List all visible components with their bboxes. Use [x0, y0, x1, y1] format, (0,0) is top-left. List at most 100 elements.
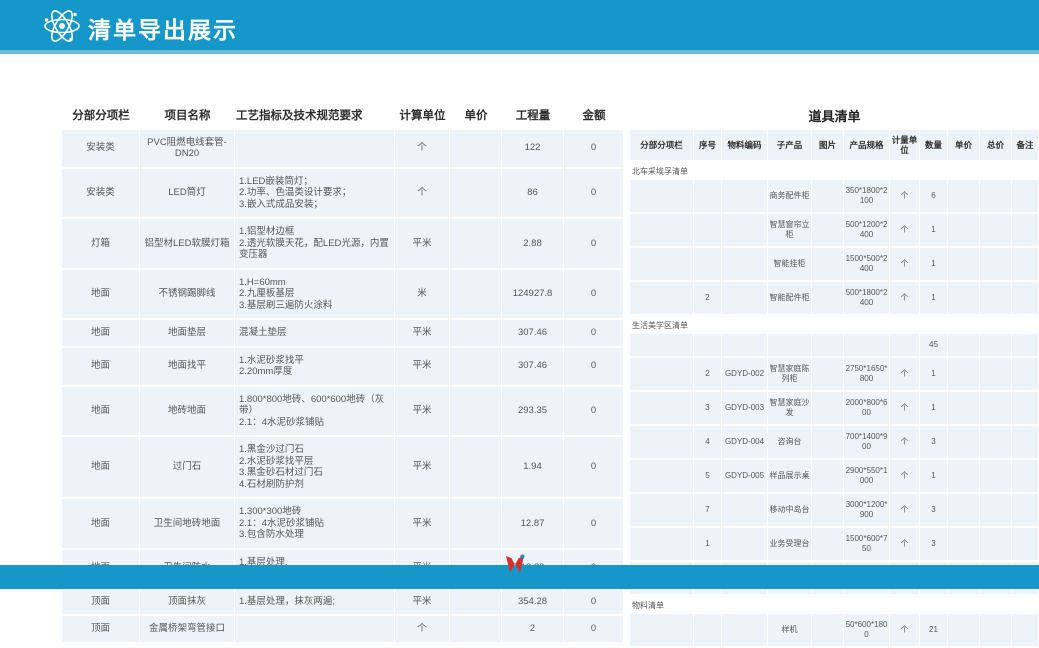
- cell-quantity: 3: [920, 528, 948, 560]
- cell-unit-price: [450, 320, 502, 346]
- cell-unit: 个: [890, 248, 920, 280]
- cell-material-code: [722, 334, 768, 356]
- cell-spec-requirements: 混凝土垫层: [235, 320, 395, 346]
- table-row: 2GDYD-002智慧家庭陈列柜2750*1650*800个1: [630, 358, 1039, 392]
- cell-product-spec: 3000*1200*900: [844, 494, 890, 526]
- cell-quantity: 45: [920, 334, 948, 356]
- right-column-header: 计量单位: [890, 130, 920, 160]
- cell-item-name: 不锈钢踢脚线: [140, 270, 235, 319]
- boq-table: 分部分项栏项目名称工艺指标及技术规范要求计算单位单价工程量金额 安装类PVC阻燃…: [62, 105, 624, 644]
- cell-unit: 个: [890, 282, 920, 314]
- cell-spec-requirements: [235, 130, 395, 167]
- cell-sub-product: 智能挂柜: [768, 248, 812, 280]
- cell-total-price: [980, 614, 1012, 646]
- cell-unit-price: [948, 392, 980, 424]
- atom-icon: [40, 4, 84, 48]
- cell-unit-price: [948, 528, 980, 560]
- cell-product-spec: 700*1400*900: [844, 426, 890, 458]
- cell-section: [630, 214, 694, 246]
- cell-quantity: 1: [920, 214, 948, 246]
- cell-sub-product: 智慧窗帘立柜: [768, 214, 812, 246]
- cell-seq: [694, 214, 722, 246]
- cell-total-price: [980, 248, 1012, 280]
- cell-spec-requirements: 1.黑金沙过门石 2.水泥砂浆找平层 3.黑金砂石材过门石 4.石材刷防护剂: [235, 437, 395, 497]
- cell-calc-unit: 平米: [395, 499, 450, 548]
- cell-category: 安装类: [62, 130, 140, 167]
- cell-material-code: [722, 528, 768, 560]
- cell-image: [812, 460, 844, 492]
- cell-amount: 0: [564, 169, 624, 218]
- cell-total-price: [980, 358, 1012, 390]
- cell-unit: 个: [890, 494, 920, 526]
- table-row: 智能挂柜1500*500*2400个1: [630, 248, 1039, 282]
- cell-quantity: 6: [920, 180, 948, 212]
- cell-sub-product: 智慧家庭沙发: [768, 392, 812, 424]
- cell-quantity: 12.87: [502, 499, 564, 548]
- cell-sub-product: 咨询台: [768, 426, 812, 458]
- cell-spec-requirements: 1.800*800地砖、600*600地砖（灰带） 2.1：4水泥砂浆铺贴: [235, 387, 395, 436]
- cell-quantity: 1.94: [502, 437, 564, 497]
- cell-unit-price: [948, 282, 980, 314]
- left-column-header: 金额: [564, 105, 624, 130]
- cell-item-name: 铝型材LED软膜灯箱: [140, 219, 235, 268]
- cell-product-spec: 500*1800*2400: [844, 282, 890, 314]
- right-column-header: 子产品: [768, 130, 812, 160]
- right-column-header: 单价: [948, 130, 980, 160]
- table-row: 地面卫生间地砖地面1.300*300地砖 2.1：4水泥砂浆铺贴 3.包含防水处…: [62, 499, 624, 550]
- cell-note: [1012, 426, 1039, 458]
- table-row: 灯箱铝型材LED软膜灯箱1.铝型材边框 2.透光软膜天花，配LED光源，内置变压…: [62, 219, 624, 270]
- cell-quantity: 1: [920, 248, 948, 280]
- cell-unit: 个: [890, 460, 920, 492]
- table-row: 地面地面找平1.水泥砂浆找平 2.20mm厚度平米307.460: [62, 348, 624, 387]
- cell-amount: 0: [564, 589, 624, 615]
- cell-item-name: 地面找平: [140, 348, 235, 385]
- cell-amount: 0: [564, 348, 624, 385]
- cell-image: [812, 248, 844, 280]
- cell-unit: 个: [890, 180, 920, 212]
- cell-section: [630, 180, 694, 212]
- cell-unit-price: [948, 460, 980, 492]
- table-row: 地面地面垫层混凝土垫层平米307.460: [62, 320, 624, 348]
- cell-material-code: [722, 180, 768, 212]
- page-title: 清单导出展示: [88, 11, 238, 45]
- cell-unit: [890, 334, 920, 356]
- cell-unit: 个: [890, 528, 920, 560]
- cell-spec-requirements: 1.H=60mm 2.九厘板基层 3.基层刷三遍防火涂料: [235, 270, 395, 319]
- group-label: 北车采埃孚清单: [630, 162, 1039, 180]
- cell-material-code: [722, 614, 768, 646]
- cell-seq: 2: [694, 282, 722, 314]
- cell-calc-unit: 平米: [395, 387, 450, 436]
- left-column-header: 分部分项栏: [62, 105, 140, 130]
- cell-section: [630, 358, 694, 390]
- cell-note: [1012, 248, 1039, 280]
- cell-image: [812, 358, 844, 390]
- cell-seq: 7: [694, 494, 722, 526]
- right-column-header: 产品规格: [844, 130, 890, 160]
- cell-category: 地面: [62, 270, 140, 319]
- props-table-title: 道具清单: [630, 105, 1039, 130]
- cell-image: [812, 214, 844, 246]
- cell-quantity: 21: [920, 614, 948, 646]
- right-column-header: 分部分项栏: [630, 130, 694, 160]
- table-row: 安装类PVC阻燃电线套管-DN20个1220: [62, 130, 624, 169]
- cell-amount: 0: [564, 616, 624, 642]
- cell-unit-price: [948, 248, 980, 280]
- cell-sub-product: 移动中岛台: [768, 494, 812, 526]
- cell-spec-requirements: 1.基层处理，抹灰两遍;: [235, 589, 395, 615]
- cell-image: [812, 494, 844, 526]
- cell-spec-requirements: 1.LED嵌装筒灯； 2.功率、色温类设计要求； 3.嵌入式成品安装；: [235, 169, 395, 218]
- cell-quantity: 307.46: [502, 348, 564, 385]
- cell-total-price: [980, 214, 1012, 246]
- cell-quantity: 293.35: [502, 387, 564, 436]
- cell-unit-price: [948, 334, 980, 356]
- table-row: 智慧窗帘立柜500*1200*2400个1: [630, 214, 1039, 248]
- cell-total-price: [980, 494, 1012, 526]
- cell-calc-unit: 平米: [395, 348, 450, 385]
- cell-image: [812, 426, 844, 458]
- cell-unit: 个: [890, 358, 920, 390]
- cell-category: 地面: [62, 499, 140, 548]
- cell-sub-product: [768, 334, 812, 356]
- cell-material-code: GDYD-004: [722, 426, 768, 458]
- cell-product-spec: 1500*600*750: [844, 528, 890, 560]
- cell-quantity: 3: [920, 494, 948, 526]
